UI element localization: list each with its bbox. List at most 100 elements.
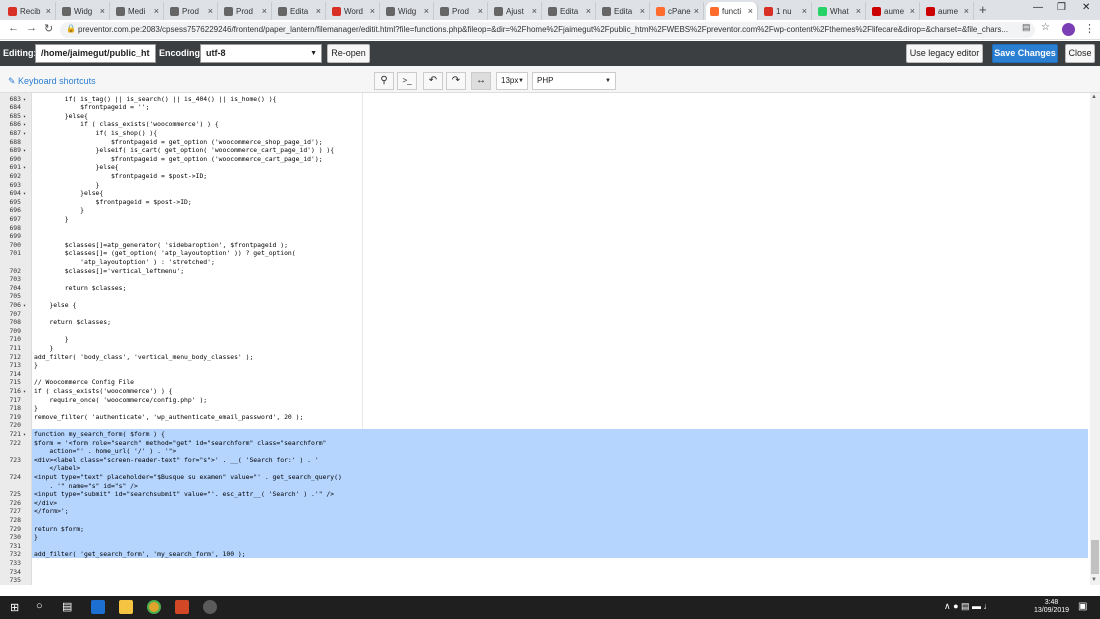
scroll-up-icon[interactable]: ▲ — [1091, 94, 1097, 100]
code-line[interactable]: </form>'; — [34, 507, 69, 516]
notifications-icon[interactable]: ▣ — [1078, 601, 1087, 612]
code-line[interactable]: } — [34, 215, 69, 224]
code-line[interactable]: $classes[]= (get_option( 'atp_layoutopti… — [34, 249, 296, 258]
code-line[interactable]: $frontpageid = $post->ID; — [34, 172, 207, 181]
browser-tab[interactable]: functi × — [706, 2, 758, 20]
code-line[interactable]: add_filter( 'get_search_form', 'my_searc… — [34, 550, 246, 559]
tab-close-icon[interactable]: × — [856, 6, 861, 16]
browser-tab[interactable]: 1 nu × — [760, 2, 812, 20]
maximize-icon[interactable]: ❐ — [1057, 2, 1066, 13]
code-line[interactable]: } — [34, 361, 38, 370]
system-tray-icons[interactable]: ∧ ● ▤ ▬ ♩ — [944, 601, 993, 612]
profile-avatar[interactable] — [1062, 23, 1075, 36]
tab-close-icon[interactable]: × — [316, 6, 321, 16]
tab-close-icon[interactable]: × — [964, 6, 969, 16]
browser-menu-icon[interactable]: ⋮ — [1084, 22, 1095, 35]
path-field[interactable]: /home/jaimegut/public_ht — [35, 44, 156, 63]
edge-icon[interactable] — [91, 600, 105, 614]
vertical-scrollbar[interactable] — [1090, 93, 1100, 585]
code-line[interactable]: $frontpageid = $post->ID; — [34, 198, 192, 207]
browser-tab[interactable]: Medi × — [112, 2, 164, 20]
close-button[interactable]: Close — [1065, 44, 1095, 63]
browser-tab[interactable]: cPane × — [652, 2, 704, 20]
bookmark-star-icon[interactable]: ☆ — [1041, 22, 1050, 33]
save-changes-button[interactable]: Save Changes — [992, 44, 1058, 63]
tab-close-icon[interactable]: × — [586, 6, 591, 16]
code-line[interactable]: remove_filter( 'authenticate', 'wp_authe… — [34, 413, 303, 422]
redo-button[interactable]: ↷ — [446, 72, 466, 90]
code-line[interactable]: } — [34, 181, 100, 190]
search-icon[interactable]: ○ — [36, 600, 43, 612]
code-line[interactable]: } — [34, 533, 38, 542]
browser-tab[interactable]: Ajust × — [490, 2, 542, 20]
font-size-select[interactable]: 13px ▼ — [496, 72, 528, 90]
chrome-icon[interactable] — [147, 600, 161, 614]
task-view-icon[interactable]: ▤ — [62, 600, 72, 613]
browser-tab[interactable]: Prod × — [166, 2, 218, 20]
tab-close-icon[interactable]: × — [208, 6, 213, 16]
code-line[interactable]: </label> — [34, 464, 80, 473]
new-tab-button[interactable]: + — [979, 2, 987, 17]
encoding-select[interactable]: utf-8 ▼ — [200, 44, 322, 63]
browser-tab[interactable]: What × — [814, 2, 866, 20]
url-field[interactable]: preventor.com.pe:2083/cpsess7576229246/f… — [60, 22, 1035, 38]
code-line[interactable]: <div><label class="screen-reader-text" f… — [34, 456, 319, 465]
search-button[interactable]: ⚲ — [374, 72, 394, 90]
code-line[interactable]: }else { — [34, 301, 76, 310]
app-icon[interactable] — [203, 600, 217, 614]
code-line[interactable]: } — [34, 404, 38, 413]
translate-icon[interactable]: ▤ — [1022, 22, 1031, 33]
powerpoint-icon[interactable] — [175, 600, 189, 614]
windows-start-icon[interactable]: ⊞ — [10, 601, 19, 614]
code-line[interactable]: require_once( 'woocommerce/config.php' )… — [34, 396, 207, 405]
scroll-down-icon[interactable]: ▼ — [1091, 577, 1097, 583]
browser-tab[interactable]: Recib × — [4, 2, 56, 20]
code-line[interactable]: if( is_tag() || is_search() || is_404() … — [34, 95, 277, 104]
code-line[interactable]: 'atp_layoutoption' ) : 'stretched'; — [34, 258, 215, 267]
scrollbar-thumb[interactable] — [1091, 540, 1099, 574]
code-line[interactable]: $form = '<form role="search" method="get… — [34, 439, 326, 448]
code-line[interactable]: if ( class_exists('woocommerce') ) { — [34, 387, 173, 396]
goto-line-button[interactable]: >_ — [397, 72, 417, 90]
code-line[interactable]: function my_search_form( $form ) { — [34, 430, 165, 439]
browser-tab[interactable]: Edita × — [598, 2, 650, 20]
reload-icon[interactable]: ↻ — [44, 22, 53, 35]
mode-select[interactable]: PHP ▼ — [532, 72, 616, 90]
code-line[interactable]: $frontpageid = get_option ('woocommerce_… — [34, 155, 323, 164]
code-line[interactable]: return $form; — [34, 525, 84, 534]
browser-tab[interactable]: Edita × — [274, 2, 326, 20]
legacy-editor-button[interactable]: Use legacy editor — [906, 44, 983, 63]
tab-close-icon[interactable]: × — [802, 6, 807, 16]
code-line[interactable]: if ( class_exists('woocommerce') ) { — [34, 120, 219, 129]
code-line[interactable]: }else{ — [34, 112, 88, 121]
tab-close-icon[interactable]: × — [910, 6, 915, 16]
tab-close-icon[interactable]: × — [478, 6, 483, 16]
tab-close-icon[interactable]: × — [100, 6, 105, 16]
close-window-icon[interactable]: ✕ — [1082, 2, 1090, 13]
code-line[interactable]: return $classes; — [34, 318, 111, 327]
tab-close-icon[interactable]: × — [46, 6, 51, 16]
code-line[interactable]: </div> — [34, 499, 57, 508]
back-icon[interactable]: ← — [8, 22, 19, 34]
browser-tab[interactable]: Widg × — [58, 2, 110, 20]
code-line[interactable]: <input type="text" placeholder="$Busque … — [34, 473, 342, 482]
code-line[interactable]: . '" name="s" id="s" /> — [34, 482, 138, 491]
code-line[interactable]: <input type="submit" id="searchsubmit" v… — [34, 490, 334, 499]
browser-tab[interactable]: aume × — [922, 2, 974, 20]
code-line[interactable]: } — [34, 335, 69, 344]
code-line[interactable]: $frontpageid = get_option ('woocommerce_… — [34, 138, 323, 147]
minimize-icon[interactable]: — — [1033, 2, 1043, 13]
tab-close-icon[interactable]: × — [424, 6, 429, 16]
tab-close-icon[interactable]: × — [262, 6, 267, 16]
tab-close-icon[interactable]: × — [532, 6, 537, 16]
lock-icon[interactable]: 🔒 — [66, 24, 76, 33]
tab-close-icon[interactable]: × — [370, 6, 375, 16]
code-line[interactable]: } — [34, 344, 53, 353]
browser-tab[interactable]: aume × — [868, 2, 920, 20]
code-line[interactable]: $frontpageid = ''; — [34, 103, 149, 112]
code-line[interactable]: }else{ — [34, 189, 103, 198]
tab-close-icon[interactable]: × — [154, 6, 159, 16]
code-line[interactable]: // Woocommerce Config File — [34, 378, 134, 387]
file-explorer-icon[interactable] — [119, 600, 133, 614]
browser-tab[interactable]: Widg × — [382, 2, 434, 20]
